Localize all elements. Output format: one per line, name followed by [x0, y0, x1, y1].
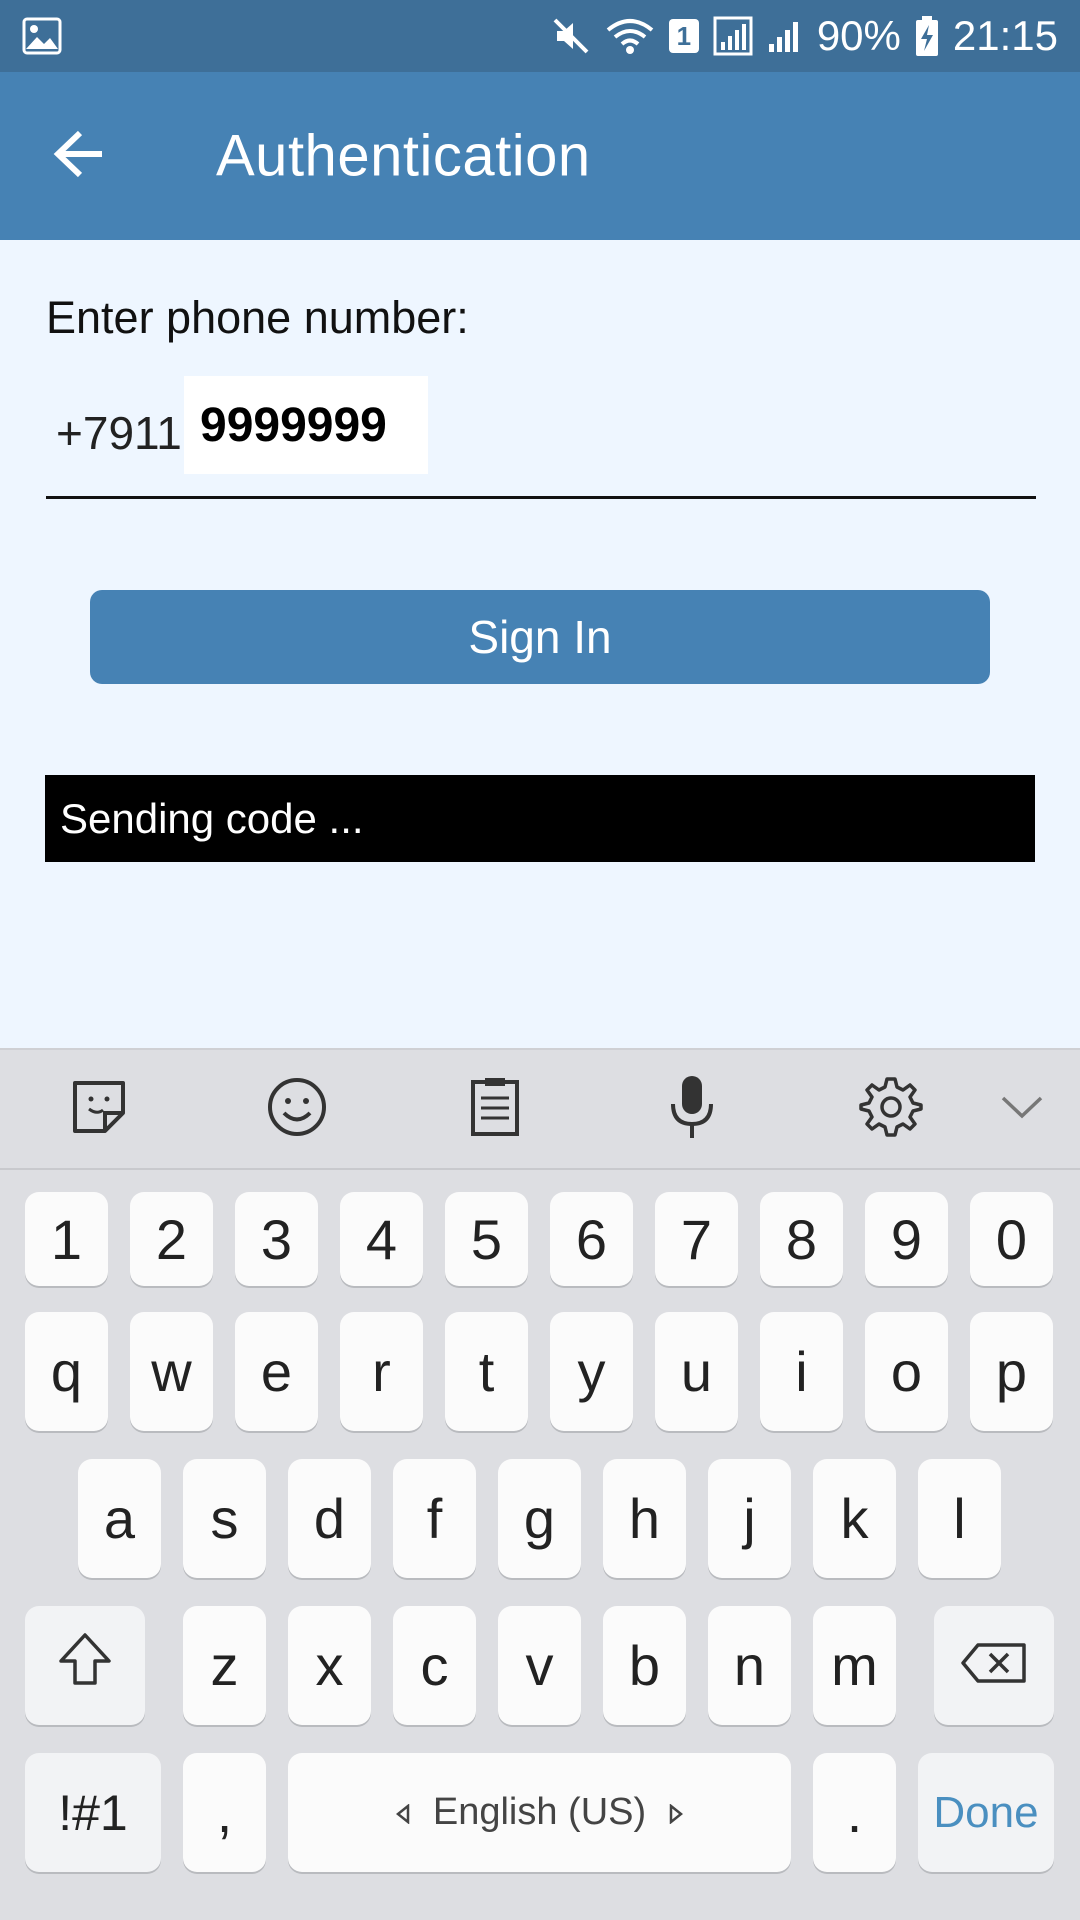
mute-icon: [551, 16, 591, 56]
status-message: Sending code ...: [45, 775, 1035, 862]
key-s[interactable]: s: [183, 1459, 266, 1578]
language-right-icon: [668, 1791, 684, 1834]
key-1[interactable]: 1: [25, 1192, 108, 1286]
key-r[interactable]: r: [340, 1312, 423, 1431]
page-title: Authentication: [216, 123, 591, 189]
app-bar: Authentication: [0, 72, 1080, 240]
key-y[interactable]: y: [550, 1312, 633, 1431]
gallery-icon: [22, 17, 62, 55]
key-d[interactable]: d: [288, 1459, 371, 1578]
shift-icon: [57, 1631, 113, 1700]
phone-field: +7911: [46, 376, 1036, 499]
sign-in-button[interactable]: Sign In: [90, 590, 990, 684]
keyboard: 1 2 3 4 5 6 7 8 9 0 q w e r t y u i o p …: [0, 1048, 1080, 1920]
done-key[interactable]: Done: [918, 1753, 1054, 1872]
key-4[interactable]: 4: [340, 1192, 423, 1286]
emoji-icon: [266, 1076, 328, 1143]
phone-input[interactable]: [184, 376, 428, 474]
period-key[interactable]: .: [813, 1753, 896, 1872]
key-a[interactable]: a: [78, 1459, 161, 1578]
sticker-button[interactable]: [59, 1069, 139, 1149]
key-5[interactable]: 5: [445, 1192, 528, 1286]
key-g[interactable]: g: [498, 1459, 581, 1578]
clock: 21:15: [952, 12, 1058, 59]
key-6[interactable]: 6: [550, 1192, 633, 1286]
symbols-key[interactable]: !#1: [25, 1753, 161, 1872]
settings-icon: [859, 1075, 923, 1144]
space-key-content: English (US): [395, 1791, 684, 1834]
hide-keyboard-button[interactable]: [982, 1069, 1062, 1149]
wifi-icon: [605, 16, 655, 56]
phone-prefix: +7911: [56, 407, 182, 459]
key-m[interactable]: m: [813, 1606, 896, 1725]
battery-percent: 90%: [816, 12, 901, 59]
comma-key[interactable]: ,: [183, 1753, 266, 1872]
key-j[interactable]: j: [708, 1459, 791, 1578]
screen: 1 90% 21:15 Authentication Enter phone n…: [0, 0, 1080, 1920]
backspace-key[interactable]: [934, 1606, 1054, 1725]
keyboard-toolbar: [0, 1048, 1080, 1170]
key-l[interactable]: l: [918, 1459, 1001, 1578]
phone-underline: [46, 496, 1036, 499]
key-2[interactable]: 2: [130, 1192, 213, 1286]
clipboard-icon: [469, 1076, 521, 1143]
key-c[interactable]: c: [393, 1606, 476, 1725]
phone-label: Enter phone number:: [46, 292, 469, 343]
key-t[interactable]: t: [445, 1312, 528, 1431]
space-key[interactable]: English (US): [288, 1753, 791, 1872]
sim-badge: 1: [668, 19, 699, 53]
key-p[interactable]: p: [970, 1312, 1053, 1431]
key-z[interactable]: z: [183, 1606, 266, 1725]
language-label: English (US): [432, 1791, 647, 1833]
chevron-down-icon: [1000, 1094, 1044, 1125]
microphone-icon: [668, 1074, 716, 1145]
battery-charging-icon: [915, 15, 939, 57]
signal-icon: [767, 16, 803, 56]
key-3[interactable]: 3: [235, 1192, 318, 1286]
keyboard-settings-button[interactable]: [851, 1069, 931, 1149]
back-button[interactable]: [44, 121, 114, 191]
key-w[interactable]: w: [130, 1312, 213, 1431]
arrow-left-icon: [52, 129, 106, 184]
key-8[interactable]: 8: [760, 1192, 843, 1286]
key-b[interactable]: b: [603, 1606, 686, 1725]
key-o[interactable]: o: [865, 1312, 948, 1431]
signal-icon: [713, 16, 753, 56]
voice-input-button[interactable]: [652, 1069, 732, 1149]
key-7[interactable]: 7: [655, 1192, 738, 1286]
key-x[interactable]: x: [288, 1606, 371, 1725]
auth-form: Enter phone number: +7911 Sign In Sendin…: [0, 240, 1080, 1048]
key-h[interactable]: h: [603, 1459, 686, 1578]
key-u[interactable]: u: [655, 1312, 738, 1431]
key-v[interactable]: v: [498, 1606, 581, 1725]
key-k[interactable]: k: [813, 1459, 896, 1578]
status-bar: 1 90% 21:15: [0, 0, 1080, 72]
backspace-icon: [960, 1633, 1028, 1698]
emoji-button[interactable]: [257, 1069, 337, 1149]
key-q[interactable]: q: [25, 1312, 108, 1431]
language-left-icon: [395, 1791, 411, 1834]
shift-key[interactable]: [25, 1606, 145, 1725]
key-0[interactable]: 0: [970, 1192, 1053, 1286]
key-9[interactable]: 9: [865, 1192, 948, 1286]
key-i[interactable]: i: [760, 1312, 843, 1431]
sticker-icon: [69, 1077, 129, 1142]
key-n[interactable]: n: [708, 1606, 791, 1725]
key-e[interactable]: e: [235, 1312, 318, 1431]
clipboard-button[interactable]: [455, 1069, 535, 1149]
key-f[interactable]: f: [393, 1459, 476, 1578]
